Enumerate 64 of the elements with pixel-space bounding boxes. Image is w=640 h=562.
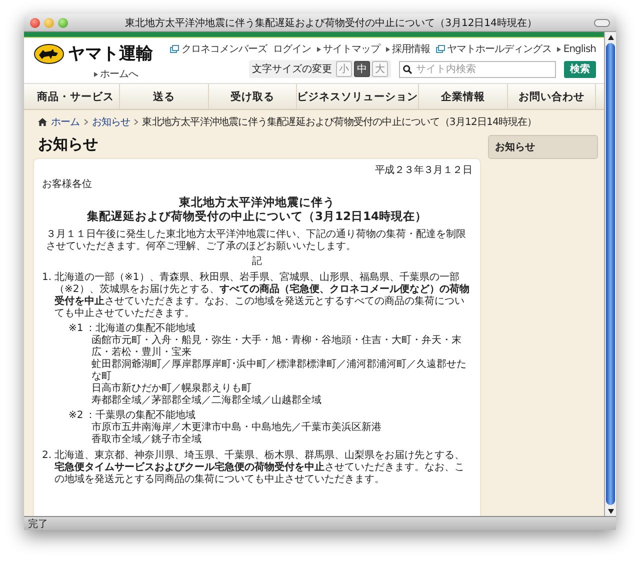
note-mark: ※2	[68, 410, 84, 423]
breadcrumb-link[interactable]: お知らせ	[92, 115, 130, 129]
list-number: 1.	[42, 272, 52, 285]
search-button[interactable]: 検索	[564, 60, 596, 78]
header-link[interactable]: English	[557, 44, 596, 54]
breadcrumb-link[interactable]: ホーム	[51, 115, 80, 129]
nav-tab[interactable]: お問い合わせ	[508, 84, 596, 109]
sidebar-heading: お知らせ	[488, 135, 598, 159]
bullet-arrow-icon	[557, 46, 562, 52]
bullet-arrow-icon	[316, 46, 321, 52]
notice-title: 東北地方太平洋沖地震に伴う	[178, 195, 336, 209]
status-text: 完了	[28, 518, 48, 530]
zoom-button[interactable]	[58, 18, 68, 28]
area-list-line: 寿都郡全域／茅部郡全域／二海郡全域／山越郡全域	[90, 395, 322, 407]
breadcrumb-current: 東北地方太平洋沖地震に伴う集配遅延および荷物受付の中止について（3月12日14時現在）	[142, 116, 537, 129]
home-icon	[38, 118, 47, 126]
nav-tab[interactable]: ビジネスソリューション	[297, 84, 420, 109]
scrollbar[interactable]	[604, 32, 616, 516]
salutation-text: お客様各位	[42, 179, 93, 191]
header-link[interactable]: ヤマトホールディングス	[436, 42, 552, 56]
scroll-down-arrow-icon	[608, 508, 614, 514]
note-mark: ※1	[68, 323, 84, 336]
nav-tab[interactable]: 送る	[120, 84, 209, 109]
close-button[interactable]	[30, 18, 40, 28]
font-size-button[interactable]: 中	[354, 61, 370, 77]
ki-heading: 記	[251, 256, 263, 268]
page-title: お知らせ	[38, 135, 99, 154]
notice-title: 集配遅延および荷物受付の中止について（3月12日14時現在）	[86, 209, 428, 223]
date-text: 平成２３年３月１２日	[374, 165, 472, 177]
note-heading: ：千葉県の集配不能地域	[85, 410, 196, 422]
window-link-icon	[170, 45, 180, 53]
scrollbar-thumb[interactable]	[606, 43, 615, 505]
header-link[interactable]: サイトマップ	[316, 42, 380, 56]
logo-text: ヤマト運輸	[68, 43, 153, 65]
area-list-line: 日高市新ひだか町／幌泉郡えりも町	[90, 383, 252, 394]
list-item-text: 北海道の一部（※1）、青森県、秋田県、岩手県、宮城県、山形県、福島県、千葉県の一部（※2）、茨城県をお届け先とする、すべての商品（宅急便、クロネコメール便など）の荷物受付を中止させていただきます。なお、この地域を発送元とするすべての商品の集荷についても中止させていただきます。	[54, 272, 470, 320]
chevron-icon	[134, 119, 138, 125]
toolbar-toggle-button[interactable]	[594, 18, 610, 26]
area-list-line: 香取市全域／銚子市全域	[90, 434, 202, 446]
note-heading: ：北海道の集配不能地域	[85, 323, 196, 334]
intro-paragraph: ３月１１日午後に発生した東北地方太平洋沖地震に伴い、下記の通り荷物の集荷・配達を制限させていただきます。何卒ご理解、ご了承のほどお願いいたします。	[45, 229, 467, 253]
bullet-arrow-icon	[386, 46, 390, 52]
minimize-button[interactable]	[44, 18, 54, 28]
home-link[interactable]: ホームへ	[94, 67, 153, 81]
chevron-icon	[84, 119, 88, 125]
window-title: 東北地方太平洋沖地震に伴う集配遅延および荷物受付の中止について（3月12日14時現在）	[124, 16, 538, 30]
scroll-up-arrow-icon	[608, 34, 614, 40]
area-list-line: 市原市五井南海岸／木更津市中島・中島地先／千葉市美浜区新港	[90, 422, 382, 434]
window-link-icon	[436, 45, 445, 53]
font-size-label: 文字サイズの変更	[252, 62, 332, 76]
list-number: 2.	[42, 450, 52, 463]
area-list-line: 函館市元町・入舟・船見・弥生・大手・旭・青柳・谷地頭・住吉・大町・弁天・末広・若松・豊川・宝来	[90, 335, 462, 358]
header-link[interactable]: クロネコメンバーズ	[170, 42, 267, 56]
cat-logo-icon	[34, 44, 64, 64]
search-field[interactable]: サイト内検索	[399, 60, 556, 78]
header-link[interactable]: 採用情報	[386, 42, 430, 56]
header-link[interactable]: ログイン	[272, 42, 311, 56]
list-item-text: 北海道、東京都、神奈川県、埼玉県、千葉県、栃木県、群馬県、山梨県をお届け先とする、宅急便タイムサービスおよびクール宅急便の荷物受付を中止させていただきます。なお、この地域を発送元とする同商品の集荷についても中止させていただきます。	[54, 450, 466, 486]
bullet-arrow-icon	[94, 72, 98, 76]
nav-tab[interactable]: 商品・サービス	[32, 84, 120, 109]
area-list-line: 虻田郡洞爺湖町／厚岸郡厚岸町･浜中町／標津郡標津町／浦河郡浦河町／久遠郡せたな町	[90, 359, 468, 382]
nav-tab[interactable]: 受け取る	[208, 84, 298, 109]
nav-tab[interactable]: 企業情報	[419, 84, 508, 109]
search-icon	[403, 64, 412, 74]
